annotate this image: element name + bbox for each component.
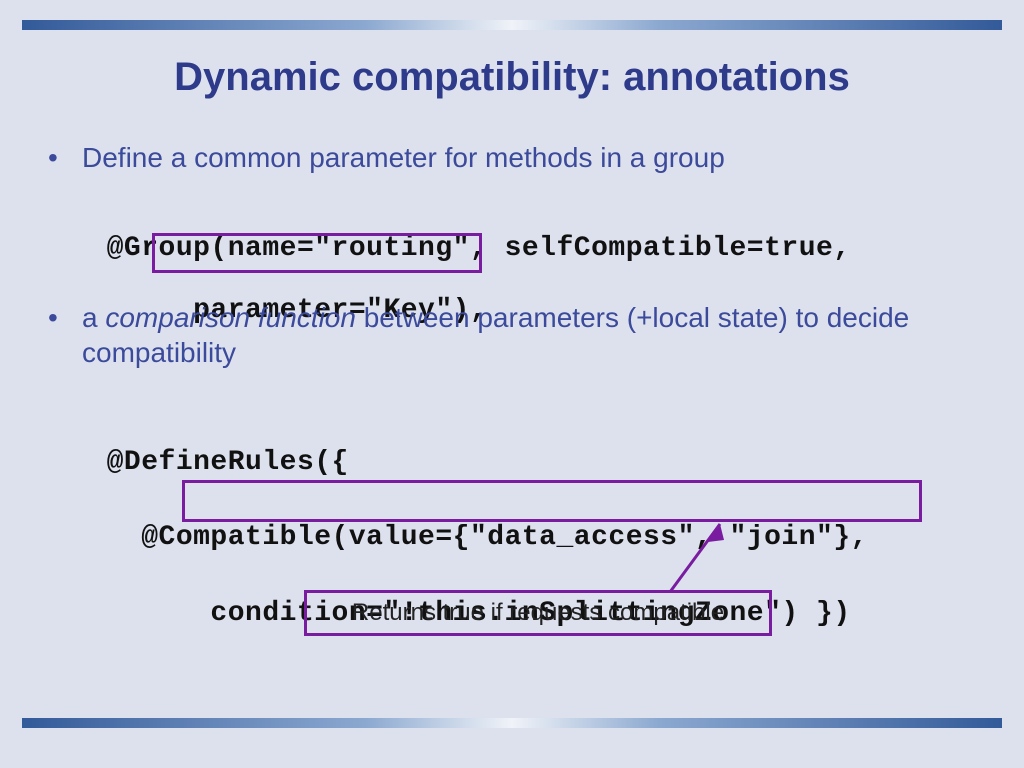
callout-box: Returns true if requests compatible [304,590,772,636]
bullet-marker: • [48,140,82,175]
code-2-line-2a: @Compatible [107,522,332,553]
callout-text: Returns true if requests compatible [352,599,724,627]
code-2-line-2b: (value={"data_access", "join"}, [332,522,868,553]
highlight-condition [182,480,922,522]
bullet-1-text: Define a common parameter for methods in… [82,140,725,175]
bullet-2: • a comparison function between paramete… [48,300,976,370]
code-2-line-1: @DefineRules({ [107,447,349,478]
bullet-2-text: a comparison function between parameters… [82,300,976,370]
bottom-divider [22,718,1002,728]
slide-title: Dynamic compatibility: annotations [0,55,1024,100]
highlight-parameter-key [152,233,482,273]
bullet-marker: • [48,300,82,370]
bullet-1: • Define a common parameter for methods … [48,140,976,175]
top-divider [22,20,1002,30]
